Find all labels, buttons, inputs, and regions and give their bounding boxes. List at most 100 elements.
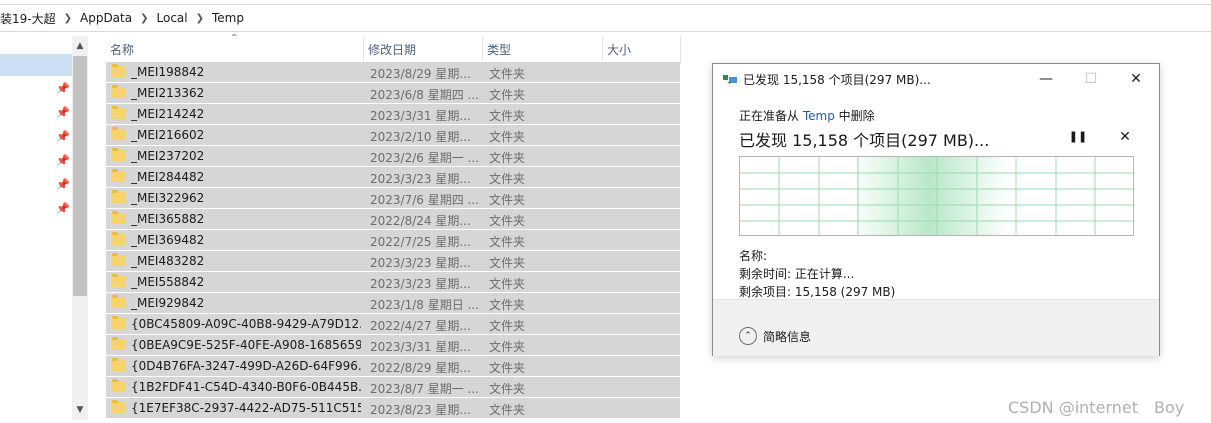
chevron-right-icon[interactable]: ❯ <box>194 13 206 24</box>
file-name: _MEI369482 <box>131 233 205 247</box>
pin-icon: 📌 <box>56 202 70 215</box>
file-date: 2023/1/8 星期日 ... <box>370 298 479 312</box>
dialog-titlebar[interactable]: 已发现 15,158 个项目(297 MB)... — ☐ ✕ <box>713 64 1159 94</box>
folder-icon <box>112 127 126 140</box>
file-row[interactable]: _MEI284482 2023/3/23 星期... 文件夹 <box>106 167 680 188</box>
chevron-right-icon[interactable]: ❯ <box>138 13 150 24</box>
file-type: 文件夹 <box>489 277 526 291</box>
breadcrumb-appdata[interactable]: AppData <box>74 11 138 25</box>
file-type: 文件夹 <box>489 88 526 102</box>
item-name-label: 名称: <box>739 249 768 263</box>
breadcrumb-temp[interactable]: Temp <box>206 11 250 25</box>
dialog-footer: ⌃ 简略信息 <box>713 300 1159 356</box>
file-date: 2023/3/23 星期... <box>370 256 471 270</box>
column-size[interactable]: 大小 <box>603 36 681 64</box>
file-row[interactable]: _MEI214242 2023/3/31 星期... 文件夹 <box>106 104 680 125</box>
file-type: 文件夹 <box>489 361 526 375</box>
file-name: _MEI198842 <box>131 65 205 79</box>
file-name: _MEI558842 <box>131 275 205 289</box>
folder-icon <box>112 64 126 77</box>
progress-graph-grid <box>740 157 1133 235</box>
location-link[interactable]: Temp <box>803 109 835 123</box>
scroll-down-arrow-icon[interactable]: ▼ <box>72 402 88 418</box>
file-date: 2023/2/10 星期... <box>370 130 471 144</box>
file-row[interactable]: _MEI213362 2023/6/8 星期四 ... 文件夹 <box>106 83 680 104</box>
file-row[interactable]: _MEI365882 2022/8/24 星期... 文件夹 <box>106 209 680 230</box>
scroll-up-arrow-icon[interactable]: ▲ <box>72 38 88 54</box>
file-row[interactable]: _MEI198842 2023/8/29 星期... 文件夹 <box>106 62 680 83</box>
column-type[interactable]: 类型 <box>483 36 603 64</box>
file-name: _MEI483282 <box>131 254 205 268</box>
file-date: 2023/6/8 星期四 ... <box>370 88 479 102</box>
file-name: {0BEA9C9E-525F-40FE-A908-1685659... <box>131 338 361 352</box>
folder-icon <box>112 316 126 329</box>
file-name: _MEI929842 <box>131 296 205 310</box>
file-row[interactable]: {0BEA9C9E-525F-40FE-A908-1685659... 2023/… <box>106 335 680 356</box>
file-date: 2023/3/31 星期... <box>370 340 471 354</box>
pin-icon: 📌 <box>56 130 70 143</box>
folder-icon <box>112 169 126 182</box>
close-button[interactable]: ✕ <box>1121 68 1151 90</box>
dialog-title: 已发现 15,158 个项目(297 MB)... <box>743 73 931 87</box>
minimize-button[interactable]: — <box>1031 68 1061 90</box>
file-type: 文件夹 <box>489 130 526 144</box>
maximize-button[interactable]: ☐ <box>1076 68 1106 90</box>
breadcrumb-user[interactable]: 装19-大超 <box>0 10 62 27</box>
nav-scrollbar[interactable]: ▲ ▼ <box>72 36 88 420</box>
file-name: _MEI322962 <box>131 191 205 205</box>
chevron-right-icon[interactable]: ❯ <box>62 13 74 24</box>
folder-icon <box>112 274 126 287</box>
file-date: 2022/8/29 星期... <box>370 361 471 375</box>
breadcrumb-local[interactable]: Local <box>151 11 194 25</box>
folder-icon <box>112 253 126 266</box>
file-row[interactable]: _MEI322962 2023/7/6 星期四 ... 文件夹 <box>106 188 680 209</box>
file-type: 文件夹 <box>489 193 526 207</box>
folder-icon <box>112 148 126 161</box>
folder-icon <box>112 358 126 371</box>
file-type: 文件夹 <box>489 151 526 165</box>
file-name: {1B2FDF41-C54D-4340-B0F6-0B445B... <box>131 380 361 394</box>
column-name[interactable]: 名称 <box>106 36 364 64</box>
column-date-modified[interactable]: 修改日期 <box>364 36 483 64</box>
scrollbar-thumb[interactable] <box>73 56 87 296</box>
pin-icon: 📌 <box>56 178 70 191</box>
folder-icon <box>112 211 126 224</box>
file-date: 2023/3/31 星期... <box>370 109 471 123</box>
file-date: 2023/7/6 星期四 ... <box>370 193 479 207</box>
file-row[interactable]: _MEI216602 2023/2/10 星期... 文件夹 <box>106 125 680 146</box>
delete-progress-dialog: 已发现 15,158 个项目(297 MB)... — ☐ ✕ 正在准备从 Te… <box>712 63 1160 356</box>
file-type: 文件夹 <box>489 235 526 249</box>
pause-button[interactable]: ❚❚ <box>1068 128 1088 146</box>
items-remaining-label: 剩余项目: 15,158 (297 MB) <box>739 285 896 299</box>
file-row[interactable]: _MEI369482 2022/7/25 星期... 文件夹 <box>106 230 680 251</box>
file-type: 文件夹 <box>489 403 526 417</box>
file-date: 2022/4/27 星期... <box>370 319 471 333</box>
file-row[interactable]: {1E7EF38C-2937-4422-AD75-511C515... 2023/… <box>106 398 680 419</box>
file-row[interactable]: _MEI558842 2023/3/23 星期... 文件夹 <box>106 272 680 293</box>
file-row[interactable]: _MEI929842 2023/1/8 星期日 ... 文件夹 <box>106 293 680 314</box>
stop-button[interactable]: ✕ <box>1115 128 1135 146</box>
file-row[interactable]: _MEI483282 2023/3/23 星期... 文件夹 <box>106 251 680 272</box>
fewer-details-toggle[interactable]: 简略信息 <box>763 328 811 345</box>
file-date: 2023/8/29 星期... <box>370 67 471 81</box>
file-name: _MEI284482 <box>131 170 205 184</box>
file-type: 文件夹 <box>489 319 526 333</box>
file-name: {0BC45809-A09C-40B8-9429-A79D12... <box>131 317 361 331</box>
file-type: 文件夹 <box>489 382 526 396</box>
file-name: _MEI365882 <box>131 212 205 226</box>
folder-icon <box>112 106 126 119</box>
folder-icon <box>112 295 126 308</box>
preparing-suffix: 中删除 <box>834 109 875 123</box>
address-bar[interactable]: 装19-大超 ❯ AppData ❯ Local ❯ Temp <box>0 4 1211 32</box>
file-row[interactable]: {0D4B76FA-3247-499D-A26D-64F996... 2022/8… <box>106 356 680 377</box>
recycle-delete-icon <box>723 75 737 84</box>
file-row[interactable]: {0BC45809-A09C-40B8-9429-A79D12... 2022/4… <box>106 314 680 335</box>
file-name: _MEI214242 <box>131 107 205 121</box>
chevron-up-icon[interactable]: ⌃ <box>739 327 757 345</box>
file-row[interactable]: _MEI237202 2023/2/6 星期一 ... 文件夹 <box>106 146 680 167</box>
file-name: _MEI213362 <box>131 86 205 100</box>
file-name: {0D4B76FA-3247-499D-A26D-64F996... <box>131 359 361 373</box>
nav-selected-item[interactable] <box>0 54 72 76</box>
file-date: 2023/8/7 星期一 ... <box>370 382 479 396</box>
file-row[interactable]: {1B2FDF41-C54D-4340-B0F6-0B445B... 2023/8… <box>106 377 680 398</box>
